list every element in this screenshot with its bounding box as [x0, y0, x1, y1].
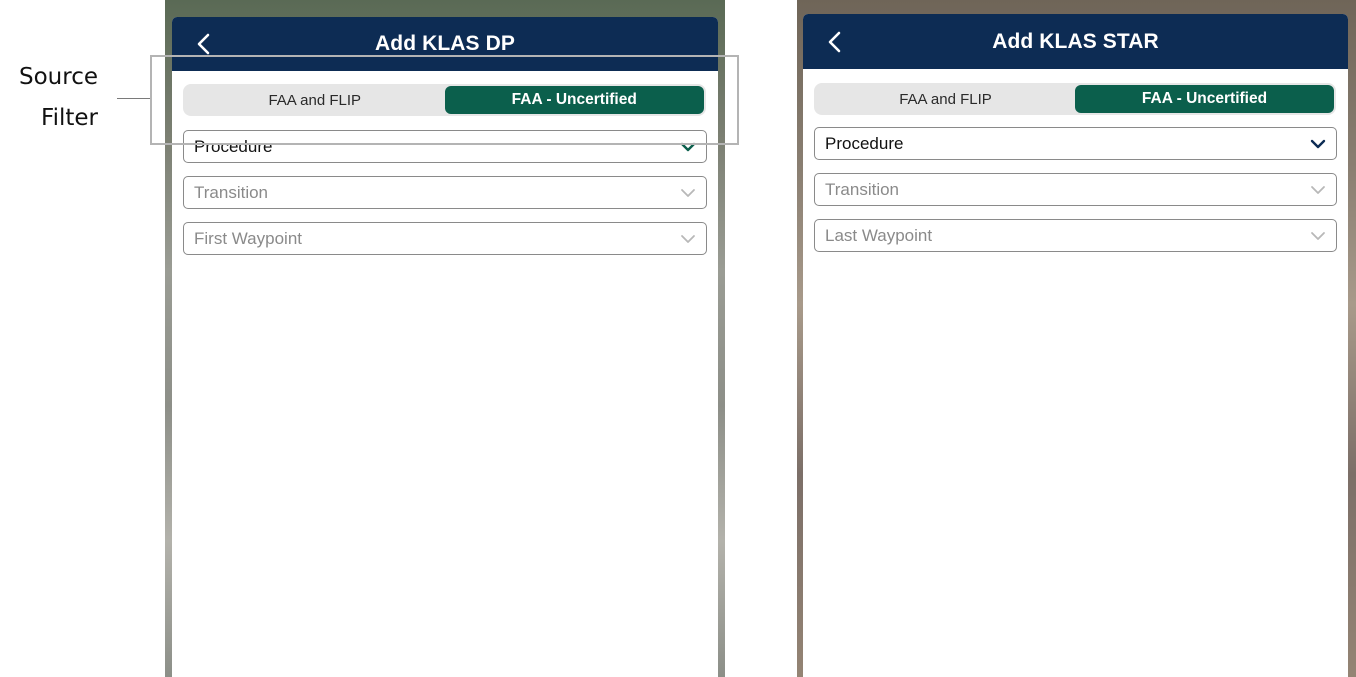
procedure-dropdown[interactable]: Procedure	[183, 130, 707, 163]
procedure-label: Procedure	[194, 136, 273, 156]
back-button[interactable]	[819, 27, 849, 57]
add-dp-panel: Add KLAS DP FAA and FLIP FAA - Uncertifi…	[172, 17, 718, 677]
callout-label-source: Source	[19, 64, 98, 90]
segment-faa-uncertified[interactable]: FAA - Uncertified	[444, 86, 704, 114]
chevron-down-icon	[1300, 139, 1336, 149]
chevron-down-icon	[1300, 185, 1336, 195]
source-filter: FAA and FLIP FAA - Uncertified	[814, 83, 1336, 115]
add-star-panel: Add KLAS STAR FAA and FLIP FAA - Uncerti…	[803, 14, 1348, 677]
chevron-left-icon	[828, 31, 841, 52]
chevron-left-icon	[197, 33, 210, 55]
last-waypoint-label: Last Waypoint	[825, 225, 933, 245]
page-title: Add KLAS STAR	[992, 29, 1159, 53]
chevron-down-icon	[1300, 231, 1336, 241]
callout-label-filter: Filter	[41, 105, 98, 131]
dp-screen: Add KLAS DP FAA and FLIP FAA - Uncertifi…	[165, 0, 725, 677]
nav-bar: Add KLAS STAR	[803, 14, 1348, 69]
procedure-dropdown[interactable]: Procedure	[814, 127, 1337, 160]
nav-bar: Add KLAS DP	[172, 17, 718, 71]
transition-label: Transition	[194, 182, 269, 202]
chevron-down-icon	[670, 188, 706, 198]
last-waypoint-dropdown[interactable]: Last Waypoint	[814, 219, 1337, 252]
segment-faa-and-flip[interactable]: FAA and FLIP	[185, 86, 445, 114]
transition-label: Transition	[825, 179, 900, 199]
procedure-label: Procedure	[825, 133, 904, 153]
first-waypoint-label: First Waypoint	[194, 228, 303, 248]
segment-faa-uncertified[interactable]: FAA - Uncertified	[1075, 85, 1334, 113]
callout-line	[117, 98, 150, 99]
chevron-down-icon	[670, 142, 706, 152]
transition-dropdown[interactable]: Transition	[814, 173, 1337, 206]
segment-faa-and-flip[interactable]: FAA and FLIP	[816, 85, 1075, 113]
source-filter: FAA and FLIP FAA - Uncertified	[183, 84, 706, 116]
transition-dropdown[interactable]: Transition	[183, 176, 707, 209]
back-button[interactable]	[188, 29, 218, 59]
first-waypoint-dropdown[interactable]: First Waypoint	[183, 222, 707, 255]
page-title: Add KLAS DP	[375, 32, 515, 55]
chevron-down-icon	[670, 234, 706, 244]
star-screen: Add KLAS STAR FAA and FLIP FAA - Uncerti…	[797, 0, 1356, 677]
